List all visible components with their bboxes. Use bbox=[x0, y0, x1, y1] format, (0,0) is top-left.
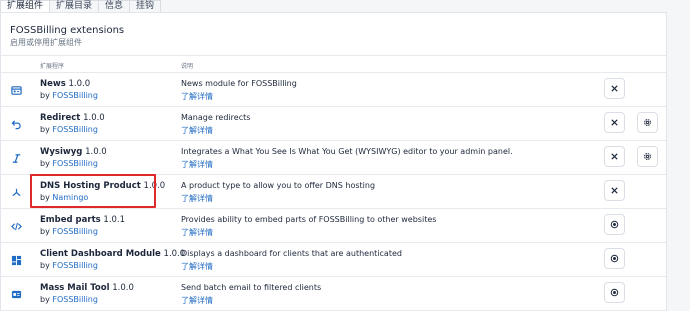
activate-button[interactable] bbox=[604, 214, 625, 235]
card-title: FOSSBilling extensions bbox=[10, 25, 125, 36]
tab-extension-directory[interactable]: 扩展目录 bbox=[49, 0, 100, 12]
author-link[interactable]: FOSSBilling bbox=[52, 159, 98, 168]
tab-hooks[interactable]: 挂钩 bbox=[129, 0, 162, 12]
extension-author-line: by FOSSBilling bbox=[40, 227, 98, 236]
author-link[interactable]: FOSSBilling bbox=[52, 91, 98, 100]
uninstall-button[interactable] bbox=[604, 78, 625, 99]
close-icon bbox=[610, 84, 619, 93]
extension-name: Redirect bbox=[40, 113, 81, 123]
header-description: 说明 bbox=[181, 63, 194, 70]
extension-row: Wysiwyg 1.0.0 by FOSSBilling Integrates a … bbox=[1, 141, 666, 175]
extension-title: Embed parts 1.0.1 bbox=[40, 215, 125, 225]
by-label: by bbox=[40, 295, 50, 304]
extensions-card: FOSSBilling extensions 启用或停用扩展组件 扩展程序 说明… bbox=[0, 12, 667, 311]
learn-more-link[interactable]: 了解详情 bbox=[181, 159, 213, 170]
extension-title: Wysiwyg 1.0.0 bbox=[40, 147, 107, 157]
author-link[interactable]: FOSSBilling bbox=[52, 295, 98, 304]
table-header: 扩展程序 说明 bbox=[1, 55, 666, 73]
gear-icon bbox=[643, 152, 652, 161]
extension-description: Displays a dashboard for clients that ar… bbox=[181, 249, 402, 258]
learn-more-link[interactable]: 了解详情 bbox=[181, 261, 213, 272]
uninstall-button[interactable] bbox=[604, 112, 625, 133]
tab-bar: 扩展组件 扩展目录 信息 挂钩 bbox=[0, 0, 162, 12]
close-icon bbox=[610, 118, 619, 127]
extension-title: Redirect 1.0.0 bbox=[40, 113, 105, 123]
author-link[interactable]: FOSSBilling bbox=[52, 125, 98, 134]
by-label: by bbox=[40, 227, 50, 236]
settings-button[interactable] bbox=[637, 112, 658, 133]
italic-icon bbox=[10, 152, 22, 164]
news-icon bbox=[10, 84, 22, 96]
extension-author-line: by FOSSBilling bbox=[40, 125, 98, 134]
extension-row: Embed parts 1.0.1 by FOSSBilling Provides … bbox=[1, 209, 666, 243]
extension-title: Client Dashboard Module 1.0.0 bbox=[40, 249, 185, 259]
extension-author-line: by FOSSBilling bbox=[40, 159, 98, 168]
activate-button[interactable] bbox=[604, 248, 625, 269]
activate-icon bbox=[610, 254, 619, 263]
by-label: by bbox=[40, 91, 50, 100]
extension-author-line: by FOSSBilling bbox=[40, 261, 98, 270]
tab-extensions[interactable]: 扩展组件 bbox=[0, 0, 51, 12]
extension-title: News 1.0.0 bbox=[40, 79, 90, 89]
activate-button[interactable] bbox=[604, 282, 625, 303]
extension-row: News 1.0.0 by FOSSBilling News module for … bbox=[1, 73, 666, 107]
extension-row: Mass Mail Tool 1.0.0 by FOSSBilling Send b… bbox=[1, 277, 666, 311]
card-subtitle: 启用或停用扩展组件 bbox=[10, 38, 82, 47]
mail-icon bbox=[10, 288, 22, 300]
extension-author-line: by FOSSBilling bbox=[40, 295, 98, 304]
extension-version: 1.0.1 bbox=[103, 215, 126, 225]
author-link[interactable]: FOSSBilling bbox=[52, 227, 98, 236]
extension-title: Mass Mail Tool 1.0.0 bbox=[40, 283, 134, 293]
extension-description: News module for FOSSBilling bbox=[181, 79, 297, 88]
learn-more-link[interactable]: 了解详情 bbox=[181, 227, 213, 238]
by-label: by bbox=[40, 261, 50, 270]
learn-more-link[interactable]: 了解详情 bbox=[181, 193, 213, 204]
close-icon bbox=[610, 152, 619, 161]
gear-icon bbox=[643, 118, 652, 127]
dashboard-icon bbox=[10, 254, 22, 266]
extension-description: Send batch email to filtered clients bbox=[181, 283, 322, 292]
extension-version: 1.0.0 bbox=[85, 147, 107, 157]
extension-description: Manage redirects bbox=[181, 113, 251, 122]
close-icon bbox=[610, 186, 619, 195]
extension-version: 1.0.0 bbox=[112, 283, 134, 293]
author-link[interactable]: FOSSBilling bbox=[52, 261, 98, 270]
highlight-box bbox=[30, 174, 156, 208]
uninstall-button[interactable] bbox=[604, 146, 625, 167]
learn-more-link[interactable]: 了解详情 bbox=[181, 295, 213, 306]
activate-icon bbox=[610, 288, 619, 297]
activate-icon bbox=[610, 220, 619, 229]
tab-info[interactable]: 信息 bbox=[98, 0, 131, 12]
by-label: by bbox=[40, 125, 50, 134]
extension-name: Mass Mail Tool bbox=[40, 283, 110, 293]
extension-version: 1.0.0 bbox=[83, 113, 105, 123]
extension-name: Wysiwyg bbox=[40, 147, 83, 157]
code-icon bbox=[10, 220, 22, 232]
extension-description: A product type to allow you to offer DNS… bbox=[181, 181, 376, 190]
settings-button[interactable] bbox=[637, 146, 658, 167]
learn-more-link[interactable]: 了解详情 bbox=[181, 125, 213, 136]
extension-row: Client Dashboard Module 1.0.0 by FOSSBill… bbox=[1, 243, 666, 277]
by-label: by bbox=[40, 159, 50, 168]
extension-row: Redirect 1.0.0 by FOSSBilling Manage redir… bbox=[1, 107, 666, 141]
extension-description: Provides ability to embed parts of FOSSB… bbox=[181, 215, 437, 224]
extension-version: 1.0.0 bbox=[68, 79, 91, 89]
redirect-icon bbox=[10, 118, 22, 130]
extension-description: Integrates a What You See Is What You Ge… bbox=[181, 147, 513, 156]
uninstall-button[interactable] bbox=[604, 180, 625, 201]
header-extension: 扩展程序 bbox=[40, 63, 65, 70]
extension-name: News bbox=[40, 79, 66, 89]
extension-name: Embed parts bbox=[40, 215, 101, 225]
network-icon bbox=[10, 186, 22, 198]
learn-more-link[interactable]: 了解详情 bbox=[181, 91, 213, 102]
extension-author-line: by FOSSBilling bbox=[40, 91, 98, 100]
extension-name: Client Dashboard Module bbox=[40, 249, 161, 259]
